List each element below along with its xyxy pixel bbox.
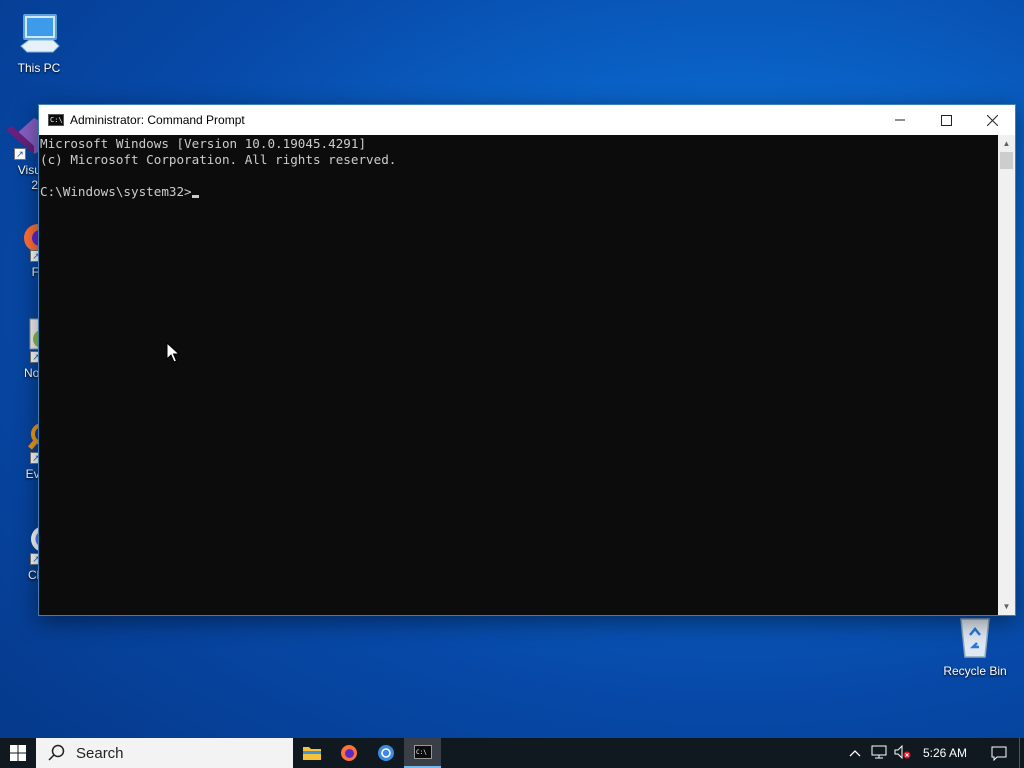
taskbar-firefox[interactable] (330, 738, 367, 768)
taskbar-file-explorer[interactable] (293, 738, 330, 768)
console-prompt: C:\Windows\system32> (40, 184, 192, 199)
console-line: (c) Microsoft Corporation. All rights re… (40, 152, 397, 167)
window-titlebar[interactable]: C:\ Administrator: Command Prompt (39, 105, 1015, 135)
system-tray: 5:26 AM (843, 738, 1024, 768)
scroll-up-arrow-icon[interactable]: ▲ (998, 135, 1015, 152)
taskbar-chrome[interactable] (367, 738, 404, 768)
scroll-thumb[interactable] (1000, 152, 1013, 169)
taskbar-clock[interactable]: 5:26 AM (915, 746, 979, 760)
search-label: Search (76, 744, 124, 762)
volume-muted-icon[interactable] (891, 744, 915, 762)
command-prompt-window[interactable]: C:\ Administrator: Command Prompt Micros… (38, 104, 1016, 616)
recycle-bin-icon (951, 613, 999, 661)
console-prompt-line: C:\Windows\system32> (40, 184, 998, 200)
mouse-pointer-icon (166, 342, 180, 363)
desktop-icon-label: Recycle Bin (943, 664, 1007, 678)
vertical-scrollbar[interactable]: ▲ ▼ (998, 135, 1015, 615)
close-button[interactable] (969, 105, 1015, 135)
desktop-icon-this-pc[interactable]: This PC (1, 10, 77, 76)
taskbar: Search C:\ 5:26 AM (0, 738, 1024, 768)
chevron-up-icon[interactable] (843, 746, 867, 760)
console-output[interactable]: Microsoft Windows [Version 10.0.19045.42… (39, 135, 998, 615)
cmd-icon: C:\ (48, 114, 64, 126)
taskbar-command-prompt[interactable]: C:\ (404, 738, 441, 768)
minimize-button[interactable] (877, 105, 923, 135)
file-explorer-icon (302, 747, 321, 760)
scroll-down-arrow-icon[interactable]: ▼ (998, 598, 1015, 615)
firefox-icon (340, 745, 357, 761)
console-line: Microsoft Windows [Version 10.0.19045.42… (40, 136, 367, 151)
windows-logo-icon (10, 745, 26, 761)
search-icon (48, 744, 65, 761)
minimize-icon (895, 119, 905, 121)
chrome-icon (377, 745, 394, 761)
action-center-button[interactable] (979, 746, 1019, 761)
close-icon (986, 114, 998, 126)
cmd-icon: C:\ (413, 745, 432, 759)
maximize-button[interactable] (923, 105, 969, 135)
network-icon[interactable] (867, 745, 891, 762)
desktop-icon-recycle-bin[interactable]: Recycle Bin (937, 613, 1013, 679)
desktop-icon-label: This PC (17, 61, 61, 75)
start-button[interactable] (0, 738, 36, 768)
svg-text:C:\: C:\ (416, 749, 427, 756)
text-cursor (191, 195, 199, 198)
window-title: Administrator: Command Prompt (70, 113, 245, 127)
action-center-icon (991, 746, 1007, 761)
maximize-icon (940, 114, 952, 126)
taskbar-search-box[interactable]: Search (36, 738, 293, 768)
show-desktop-button[interactable] (1019, 738, 1024, 768)
this-pc-icon (15, 10, 63, 58)
shortcut-arrow-icon: ↗ (14, 148, 26, 160)
